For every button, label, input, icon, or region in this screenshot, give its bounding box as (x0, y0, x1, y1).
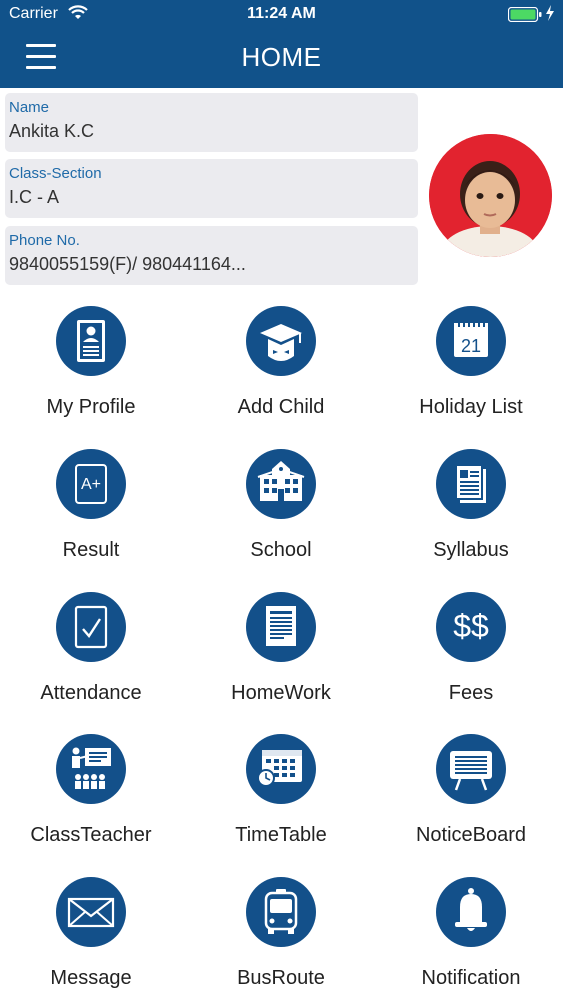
student-avatar[interactable] (429, 134, 552, 257)
school-building-icon (246, 449, 316, 519)
bus-icon (246, 877, 316, 947)
notebook-icon (246, 592, 316, 662)
my-profile-button[interactable]: My Profile (0, 306, 185, 446)
syllabus-button[interactable]: Syllabus (377, 449, 563, 589)
syllabus-label: Syllabus (433, 539, 509, 561)
result-label: Result (62, 539, 120, 561)
class-section-value: I.C - A (9, 187, 60, 207)
notification-button[interactable]: Notification (377, 877, 563, 1000)
status-bar: Carrier 11:24 AM (0, 0, 563, 30)
class-teacher-label: ClassTeacher (30, 824, 152, 846)
name-label: Name (9, 99, 50, 116)
dollar-symbol: $$ (453, 608, 489, 644)
battery-icon (508, 7, 542, 22)
timetable-label: TimeTable (235, 824, 327, 846)
checkbox-icon (56, 592, 126, 662)
timetable-icon (246, 734, 316, 804)
calendar-icon: 21 (436, 306, 506, 376)
attendance-label: Attendance (40, 682, 142, 704)
nav-bar: HOME (0, 30, 563, 88)
result-button[interactable]: A+ Result (0, 449, 185, 589)
homework-button[interactable]: HomeWork (187, 592, 375, 732)
dollar-icon: $$ (436, 592, 506, 662)
name-card: Name Ankita K.C (5, 93, 418, 152)
phone-card: Phone No. 9840055159(F)/ 980441164... (5, 226, 418, 285)
student-name: Ankita K.C (9, 121, 95, 141)
message-button[interactable]: Message (0, 877, 185, 1000)
child-photo (429, 134, 552, 257)
notice-board-label: NoticeBoard (415, 824, 527, 846)
class-section-label: Class-Section (9, 165, 102, 182)
school-label: School (250, 539, 312, 561)
class-section-card: Class-Section I.C - A (5, 159, 418, 218)
phone-label: Phone No. (9, 232, 80, 249)
grade-text: A+ (81, 476, 101, 493)
my-profile-label: My Profile (46, 396, 136, 418)
teacher-icon (56, 734, 126, 804)
phone-value: 9840055159(F)/ 980441164... (9, 254, 246, 274)
documents-icon (436, 449, 506, 519)
notice-board-button[interactable]: NoticeBoard (377, 734, 563, 874)
timetable-button[interactable]: TimeTable (187, 734, 375, 874)
add-child-button[interactable]: Add Child (187, 306, 375, 446)
bell-icon (436, 877, 506, 947)
notification-label: Notification (421, 967, 521, 989)
profile-icon (56, 306, 126, 376)
holiday-list-label: Holiday List (419, 396, 523, 418)
message-label: Message (50, 967, 132, 989)
fees-label: Fees (448, 682, 494, 704)
page-title: HOME (241, 42, 322, 72)
holiday-list-button[interactable]: 21 Holiday List (377, 306, 563, 446)
graduate-icon (246, 306, 316, 376)
envelope-icon (56, 877, 126, 947)
charging-bolt-icon (546, 5, 554, 21)
noticeboard-icon (436, 734, 506, 804)
calendar-day: 21 (461, 336, 481, 356)
bus-route-button[interactable]: BusRoute (187, 877, 375, 1000)
homework-label: HomeWork (231, 682, 331, 704)
bus-route-label: BusRoute (237, 967, 325, 989)
class-teacher-button[interactable]: ClassTeacher (0, 734, 185, 874)
fees-button[interactable]: $$ Fees (377, 592, 563, 732)
grade-icon: A+ (56, 449, 126, 519)
attendance-button[interactable]: Attendance (0, 592, 185, 732)
clock: 11:24 AM (247, 5, 316, 22)
add-child-label: Add Child (237, 396, 325, 418)
school-button[interactable]: School (187, 449, 375, 589)
